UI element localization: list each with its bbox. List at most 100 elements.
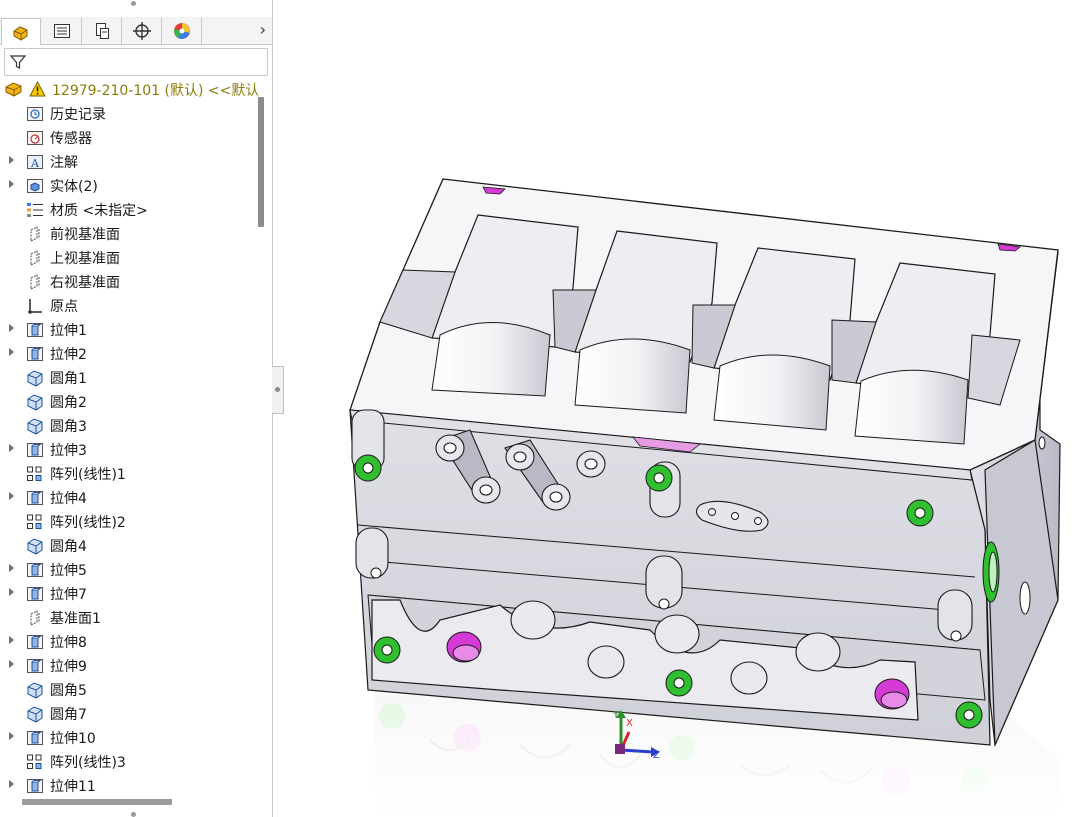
tab-feature-manager[interactable] — [1, 18, 41, 45]
expand-arrow-icon[interactable] — [9, 564, 14, 572]
tree-item[interactable]: 基准面1 — [0, 606, 256, 630]
expand-arrow-icon[interactable] — [9, 660, 14, 668]
expand-arrow-icon[interactable] — [9, 348, 14, 356]
tree-item-label: 阵列(线性)3 — [50, 755, 126, 771]
expand-arrow-icon[interactable] — [9, 588, 14, 596]
tree-item[interactable]: 圆角5 — [0, 678, 256, 702]
extrude-icon — [26, 729, 44, 747]
tree-item-label: 右视基准面 — [50, 275, 120, 291]
linear-pattern-icon — [26, 513, 44, 531]
tree-item-label: 圆角7 — [50, 707, 87, 723]
tree-item[interactable]: 圆角7 — [0, 702, 256, 726]
tab-dimxpert[interactable] — [122, 18, 162, 44]
plane-icon — [26, 249, 44, 267]
property-manager-icon — [53, 24, 70, 38]
expand-arrow-icon[interactable] — [9, 636, 14, 644]
tab-overflow-chevron[interactable]: › — [260, 20, 266, 39]
tree-item[interactable]: 阵列(线性)1 — [0, 462, 256, 486]
tab-property-manager[interactable] — [42, 18, 82, 44]
tree-item-label: 阵列(线性)1 — [50, 467, 126, 483]
tree-item[interactable]: 拉伸2 — [0, 342, 256, 366]
engine-block-model[interactable] — [285, 0, 1091, 817]
tree-item-label: 拉伸4 — [50, 491, 87, 507]
tree-item-label: 实体(2) — [50, 179, 98, 195]
tree-item[interactable]: 阵列(线性)3 — [0, 750, 256, 774]
panel-top-grip[interactable] — [131, 1, 136, 6]
tree-item[interactable]: 拉伸4 — [0, 486, 256, 510]
expand-arrow-icon[interactable] — [9, 180, 14, 188]
tree-item-label: 拉伸8 — [50, 635, 87, 651]
tree-item-label: 上视基准面 — [50, 251, 120, 267]
panel-bottom-grip[interactable] — [131, 812, 136, 817]
plane-icon — [26, 225, 44, 243]
tree-item-label: 传感器 — [50, 131, 92, 147]
tree-item[interactable]: 历史记录 — [0, 102, 256, 126]
tree-item[interactable]: 圆角4 — [0, 534, 256, 558]
triad-z-label: Z — [653, 750, 660, 761]
expand-arrow-icon[interactable] — [9, 444, 14, 452]
root-part-label: 12979-210-101 (默认) <<默认 — [52, 83, 258, 99]
feature-manager-icon — [13, 26, 28, 41]
tree-item[interactable]: 右视基准面 — [0, 270, 256, 294]
extrude-icon — [26, 633, 44, 651]
part-icon — [5, 82, 22, 97]
feature-tree: 历史记录传感器 A 注解实体(2) 材质 <未指定> 前视基准面上视基准面右视基准面原点… — [0, 102, 256, 794]
tree-item[interactable]: 拉伸7 — [0, 582, 256, 606]
tree-item-label: 阵列(线性)2 — [50, 515, 126, 531]
tree-item[interactable]: 圆角3 — [0, 414, 256, 438]
extrude-icon — [26, 345, 44, 363]
panel-collapse-handle[interactable] — [272, 366, 284, 414]
tree-item-label: 材质 <未指定> — [50, 203, 148, 219]
expand-arrow-icon[interactable] — [9, 492, 14, 500]
tree-item[interactable]: 传感器 — [0, 126, 256, 150]
configuration-manager-icon — [95, 23, 109, 39]
tree-item-label: 拉伸2 — [50, 347, 87, 363]
tab-display-manager[interactable] — [162, 18, 202, 44]
tree-horizontal-scrollbar[interactable] — [22, 799, 172, 805]
dimxpert-icon — [132, 22, 151, 40]
tree-item[interactable]: 前视基准面 — [0, 222, 256, 246]
tree-item[interactable]: 拉伸5 — [0, 558, 256, 582]
material-icon — [26, 201, 44, 219]
tree-item[interactable]: 拉伸8 — [0, 630, 256, 654]
tree-item[interactable]: 圆角1 — [0, 366, 256, 390]
tree-vertical-scrollbar[interactable] — [258, 97, 264, 227]
tree-item-label: 拉伸9 — [50, 659, 87, 675]
extrude-icon — [26, 489, 44, 507]
graphics-viewport[interactable]: Y X Z — [285, 0, 1091, 817]
tree-item[interactable]: 拉伸1 — [0, 318, 256, 342]
expand-arrow-icon[interactable] — [9, 324, 14, 332]
feature-filter-input[interactable] — [4, 48, 268, 76]
tree-item[interactable]: 圆角2 — [0, 390, 256, 414]
tab-configuration-manager[interactable] — [82, 18, 122, 44]
expand-arrow-icon[interactable] — [9, 780, 14, 788]
tree-item-label: 原点 — [50, 299, 78, 315]
expand-arrow-icon[interactable] — [9, 732, 14, 740]
fillet-icon — [26, 537, 44, 555]
fillet-icon — [26, 681, 44, 699]
tree-item[interactable]: 实体(2) — [0, 174, 256, 198]
feature-manager-panel: › 12979-210-101 (默认) <<默认 历史记录传感器 A 注解实体(2… — [0, 0, 273, 817]
tree-item[interactable]: 拉伸9 — [0, 654, 256, 678]
tree-item-label: 基准面1 — [50, 611, 101, 627]
fillet-icon — [26, 369, 44, 387]
funnel-icon[interactable] — [9, 53, 27, 71]
expand-arrow-icon[interactable] — [9, 156, 14, 164]
tree-item-label: 拉伸5 — [50, 563, 87, 579]
tree-item[interactable]: 拉伸10 — [0, 726, 256, 750]
linear-pattern-icon — [26, 753, 44, 771]
extrude-icon — [26, 657, 44, 675]
tree-item[interactable]: A 注解 — [0, 150, 256, 174]
tree-item-label: 注解 — [50, 155, 78, 171]
tree-item-label: 拉伸1 — [50, 323, 87, 339]
fillet-icon — [26, 393, 44, 411]
tree-item[interactable]: 原点 — [0, 294, 256, 318]
tree-item-label: 圆角3 — [50, 419, 87, 435]
tree-item[interactable]: 上视基准面 — [0, 246, 256, 270]
tree-item[interactable]: 阵列(线性)2 — [0, 510, 256, 534]
tree-item[interactable]: 拉伸3 — [0, 438, 256, 462]
tree-item[interactable]: 拉伸11 — [0, 774, 256, 794]
extrude-icon — [26, 321, 44, 339]
tree-item[interactable]: 材质 <未指定> — [0, 198, 256, 222]
tree-root-part[interactable]: 12979-210-101 (默认) <<默认 — [0, 79, 258, 99]
